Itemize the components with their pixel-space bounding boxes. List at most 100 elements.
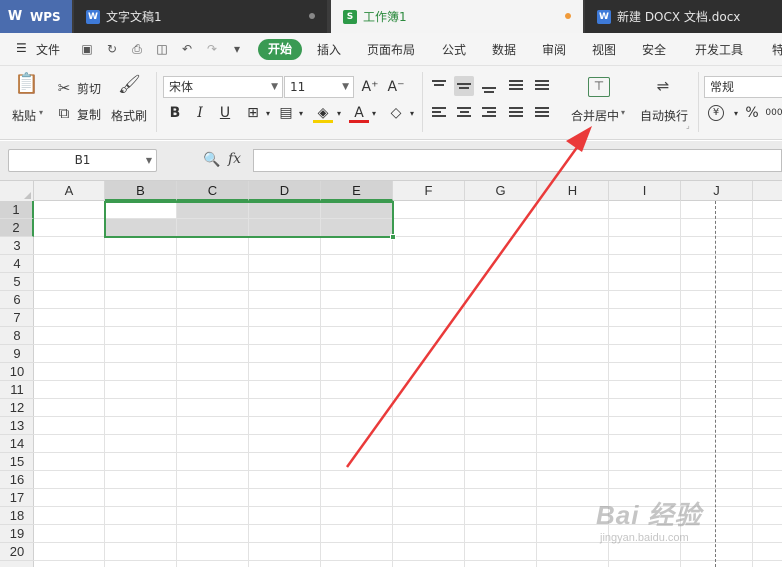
row-header-3[interactable]: 3 (0, 237, 34, 255)
customize-toolbar-icon[interactable]: ▾ (230, 42, 244, 56)
row-header-4[interactable]: 4 (0, 255, 34, 273)
align-bottom-icon[interactable] (479, 76, 499, 96)
number-format-select[interactable]: 常规 (704, 76, 782, 98)
column-header-f[interactable]: F (393, 181, 465, 201)
align-right-icon[interactable] (479, 103, 499, 123)
column-header-i[interactable]: I (609, 181, 681, 201)
zoom-search-icon[interactable]: 🔍 (203, 152, 220, 168)
font-size-select[interactable]: 11 ▼ (284, 76, 354, 98)
column-header-d[interactable]: D (249, 181, 321, 201)
row-header-8[interactable]: 8 (0, 327, 34, 345)
align-middle-icon[interactable] (454, 76, 474, 96)
print-icon[interactable]: ⎙ (130, 42, 144, 56)
distributed-align-icon[interactable] (532, 103, 552, 123)
row-header-10[interactable]: 10 (0, 363, 34, 381)
thousands-separator-button[interactable]: 000 (764, 103, 782, 123)
column-header-a[interactable]: A (34, 181, 105, 201)
chevron-down-icon[interactable]: ▾ (364, 104, 384, 124)
menu-file[interactable]: 文件 (36, 41, 60, 58)
menu-data[interactable]: 数据 (492, 41, 516, 58)
hamburger-menu-icon[interactable]: ☰ (16, 41, 27, 55)
tab-docx-document[interactable]: W 新建 DOCX 文档.docx (585, 0, 782, 33)
row-header-19[interactable]: 19 (0, 525, 34, 543)
fill-handle[interactable] (390, 234, 396, 240)
chevron-down-icon[interactable]: ▾ (291, 104, 311, 124)
copy-icon[interactable]: ⧉ (56, 104, 72, 122)
row-header-5[interactable]: 5 (0, 273, 34, 291)
row-header-1[interactable]: 1 (0, 201, 34, 219)
copy-button[interactable]: 复制 (77, 106, 101, 123)
row-header-12[interactable]: 12 (0, 399, 34, 417)
percent-button[interactable]: % (742, 103, 762, 123)
merge-center-icon[interactable]: ⊤ (588, 77, 610, 97)
row-header-18[interactable]: 18 (0, 507, 34, 525)
increase-indent-icon[interactable] (532, 76, 552, 96)
tab-wps-home[interactable]: W WPS (0, 0, 72, 33)
column-header-j[interactable]: J (681, 181, 753, 201)
row-header-13[interactable]: 13 (0, 417, 34, 435)
undo-icon[interactable]: ↶ (180, 42, 194, 56)
menu-view[interactable]: 视图 (592, 41, 616, 58)
column-header-g[interactable]: G (465, 181, 537, 201)
export-icon[interactable]: ↻ (105, 42, 119, 56)
print-preview-icon[interactable]: ◫ (155, 42, 169, 56)
italic-button[interactable]: I (190, 103, 210, 123)
currency-button[interactable]: ¥ (708, 105, 724, 121)
menu-review[interactable]: 审阅 (542, 41, 566, 58)
row-header-16[interactable]: 16 (0, 471, 34, 489)
row-header-6[interactable]: 6 (0, 291, 34, 309)
menu-special[interactable]: 特 (772, 41, 782, 58)
row-header-11[interactable]: 11 (0, 381, 34, 399)
column-header-e[interactable]: E (321, 181, 393, 201)
scissors-icon[interactable]: ✂ (56, 79, 72, 97)
merge-center-button[interactable]: 合并居中 (571, 107, 619, 124)
paste-button[interactable]: 粘贴 (12, 107, 36, 124)
redo-icon[interactable]: ↷ (205, 42, 219, 56)
menu-page-layout[interactable]: 页面布局 (367, 41, 415, 58)
underline-button[interactable]: U (215, 103, 235, 123)
paste-icon[interactable]: 📋 (14, 73, 39, 98)
menu-start-active[interactable]: 开始 (258, 39, 302, 60)
row-header-20[interactable]: 20 (0, 543, 34, 561)
merge-dropdown-icon[interactable]: ▾ (621, 108, 625, 117)
name-box[interactable]: B1 ▼ (8, 149, 157, 172)
row-header-15[interactable]: 15 (0, 453, 34, 471)
row-header-2[interactable]: 2 (0, 219, 34, 237)
tab-close-dot-icon[interactable] (309, 13, 315, 19)
insert-function-button[interactable]: fx (228, 151, 241, 167)
select-all-corner[interactable] (0, 181, 34, 201)
cut-button[interactable]: 剪切 (77, 80, 101, 97)
formula-input[interactable] (253, 149, 782, 172)
chevron-down-icon[interactable]: ▾ (402, 104, 422, 124)
tab-spreadsheet-active[interactable]: S 工作簿1 (331, 0, 583, 33)
column-header-c[interactable]: C (177, 181, 249, 201)
font-name-select[interactable]: 宋体 ▼ (163, 76, 283, 98)
tab-writer-document[interactable]: W 文字文稿1 (74, 0, 327, 33)
format-painter-button[interactable]: 格式刷 (111, 107, 147, 124)
paste-dropdown-icon[interactable]: ▾ (39, 108, 43, 117)
format-painter-icon[interactable]: 🖌 (118, 76, 141, 94)
shrink-font-icon[interactable]: A⁻ (386, 77, 406, 97)
align-center-icon[interactable] (454, 103, 474, 123)
align-left-icon[interactable] (429, 103, 449, 123)
column-header-h[interactable]: H (537, 181, 609, 201)
save-icon[interactable]: ▣ (80, 42, 94, 56)
chevron-down-icon[interactable]: ▾ (329, 104, 349, 124)
row-header-7[interactable]: 7 (0, 309, 34, 327)
dialog-launcher-icon[interactable]: ⌟ (686, 121, 690, 130)
decrease-indent-icon[interactable] (506, 76, 526, 96)
wrap-text-icon[interactable]: ⇌ (652, 77, 674, 97)
grow-font-icon[interactable]: A⁺ (360, 77, 380, 97)
bold-button[interactable]: B (165, 103, 185, 123)
menu-formulas[interactable]: 公式 (442, 41, 466, 58)
menu-insert[interactable]: 插入 (317, 41, 341, 58)
unsaved-dot-icon[interactable] (565, 13, 571, 19)
column-header-b[interactable]: B (105, 181, 177, 201)
chevron-down-icon[interactable]: ▾ (258, 104, 278, 124)
menu-security[interactable]: 安全 (642, 41, 666, 58)
justify-icon[interactable] (506, 103, 526, 123)
align-top-icon[interactable] (429, 76, 449, 96)
menu-developer[interactable]: 开发工具 (695, 41, 743, 58)
row-header-14[interactable]: 14 (0, 435, 34, 453)
row-header-9[interactable]: 9 (0, 345, 34, 363)
